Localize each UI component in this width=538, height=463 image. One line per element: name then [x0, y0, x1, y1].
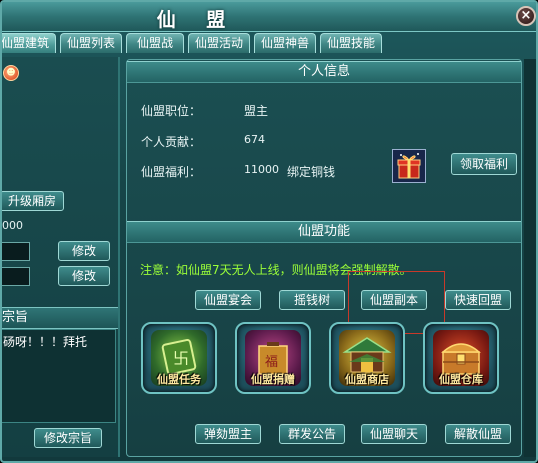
quest-caption: 仙盟任务 — [157, 373, 201, 386]
title-bar[interactable]: 仙 盟 × — [2, 2, 536, 32]
welfare-unit: 绑定铜钱 — [287, 165, 336, 179]
alliance-quest-button[interactable]: 卐 仙盟任务 — [141, 322, 217, 394]
welfare-label: 仙盟福利： — [141, 165, 202, 179]
quick-return-button[interactable]: 快速回盟 — [445, 290, 511, 310]
position-value: 盟主 — [244, 104, 269, 118]
svg-text:卐: 卐 — [173, 349, 189, 368]
mass-announcement-button[interactable]: 群发公告 — [279, 424, 345, 444]
window-title: 仙 盟 — [156, 9, 238, 31]
modify-button-2[interactable]: 修改 — [58, 266, 110, 286]
motto-header: 宗旨 — [2, 307, 118, 329]
modify-button-1[interactable]: 修改 — [58, 241, 110, 261]
claim-welfare-button[interactable]: 领取福利 — [451, 153, 517, 175]
tab-alliance-war[interactable]: 仙盟战 — [126, 33, 184, 53]
tab-alliance-buildings[interactable]: 仙盟建筑 — [2, 33, 56, 53]
modify-motto-button[interactable]: 修改宗旨 — [34, 428, 102, 448]
svg-text:福: 福 — [265, 355, 278, 370]
contribution-label: 个人贡献： — [141, 135, 202, 149]
alliance-window: 仙 盟 × 仙盟建筑 仙盟列表 仙盟战 仙盟活动 仙盟神兽 仙盟技能 ☻ 升级厢… — [0, 0, 538, 463]
alliance-warehouse-button[interactable]: 仙盟仓库 — [423, 322, 499, 394]
tab-alliance-skills[interactable]: 仙盟技能 — [320, 33, 382, 53]
tab-alliance-beast[interactable]: 仙盟神兽 — [254, 33, 316, 53]
alliance-shop-button[interactable]: 仙盟商店 — [329, 322, 405, 394]
left-panel: ☻ 升级厢房 000 修改 修改 宗旨 砀呀！！！拜托 修改宗旨 — [2, 57, 120, 457]
impeach-leader-button[interactable]: 弹劾盟主 — [195, 424, 261, 444]
alliance-chat-button[interactable]: 仙盟聊天 — [361, 424, 427, 444]
donation-caption: 仙盟捐赠 — [251, 373, 295, 386]
smiley-icon: ☻ — [3, 65, 19, 81]
close-icon[interactable]: × — [516, 6, 536, 26]
motto-text: 砀呀！！！拜托 — [3, 335, 88, 349]
motto-textarea[interactable]: 砀呀！！！拜托 — [2, 329, 116, 423]
contribution-value: 674 — [244, 133, 265, 146]
alliance-donation-button[interactable]: 福 仙盟捐赠 — [235, 322, 311, 394]
personal-info-header: 个人信息 — [127, 61, 521, 83]
upgrade-wing-button[interactable]: 升级厢房 — [2, 191, 64, 211]
alliance-functions-header: 仙盟功能 — [127, 221, 521, 243]
welfare-value: 11000 — [244, 163, 279, 176]
text-input-1[interactable] — [2, 242, 30, 261]
tab-alliance-activities[interactable]: 仙盟活动 — [188, 33, 250, 53]
tab-bar: 仙盟建筑 仙盟列表 仙盟战 仙盟活动 仙盟神兽 仙盟技能 — [2, 33, 536, 55]
alliance-banquet-button[interactable]: 仙盟宴会 — [195, 290, 261, 310]
gift-box-icon — [392, 149, 426, 183]
dissolve-alliance-button[interactable]: 解散仙盟 — [445, 424, 511, 444]
warehouse-caption: 仙盟仓库 — [439, 373, 483, 386]
tab-alliance-list[interactable]: 仙盟列表 — [60, 33, 122, 53]
shop-caption: 仙盟商店 — [345, 373, 389, 386]
right-panel: 个人信息 仙盟职位： 盟主 个人贡献： 674 仙盟福利： 11000 绑定铜钱… — [126, 59, 522, 457]
zero-value: 000 — [2, 219, 23, 232]
position-label: 仙盟职位： — [141, 104, 202, 118]
text-input-2[interactable] — [2, 267, 30, 286]
money-tree-button[interactable]: 摇钱树 — [279, 290, 345, 310]
scrollbar-track[interactable] — [524, 59, 536, 457]
